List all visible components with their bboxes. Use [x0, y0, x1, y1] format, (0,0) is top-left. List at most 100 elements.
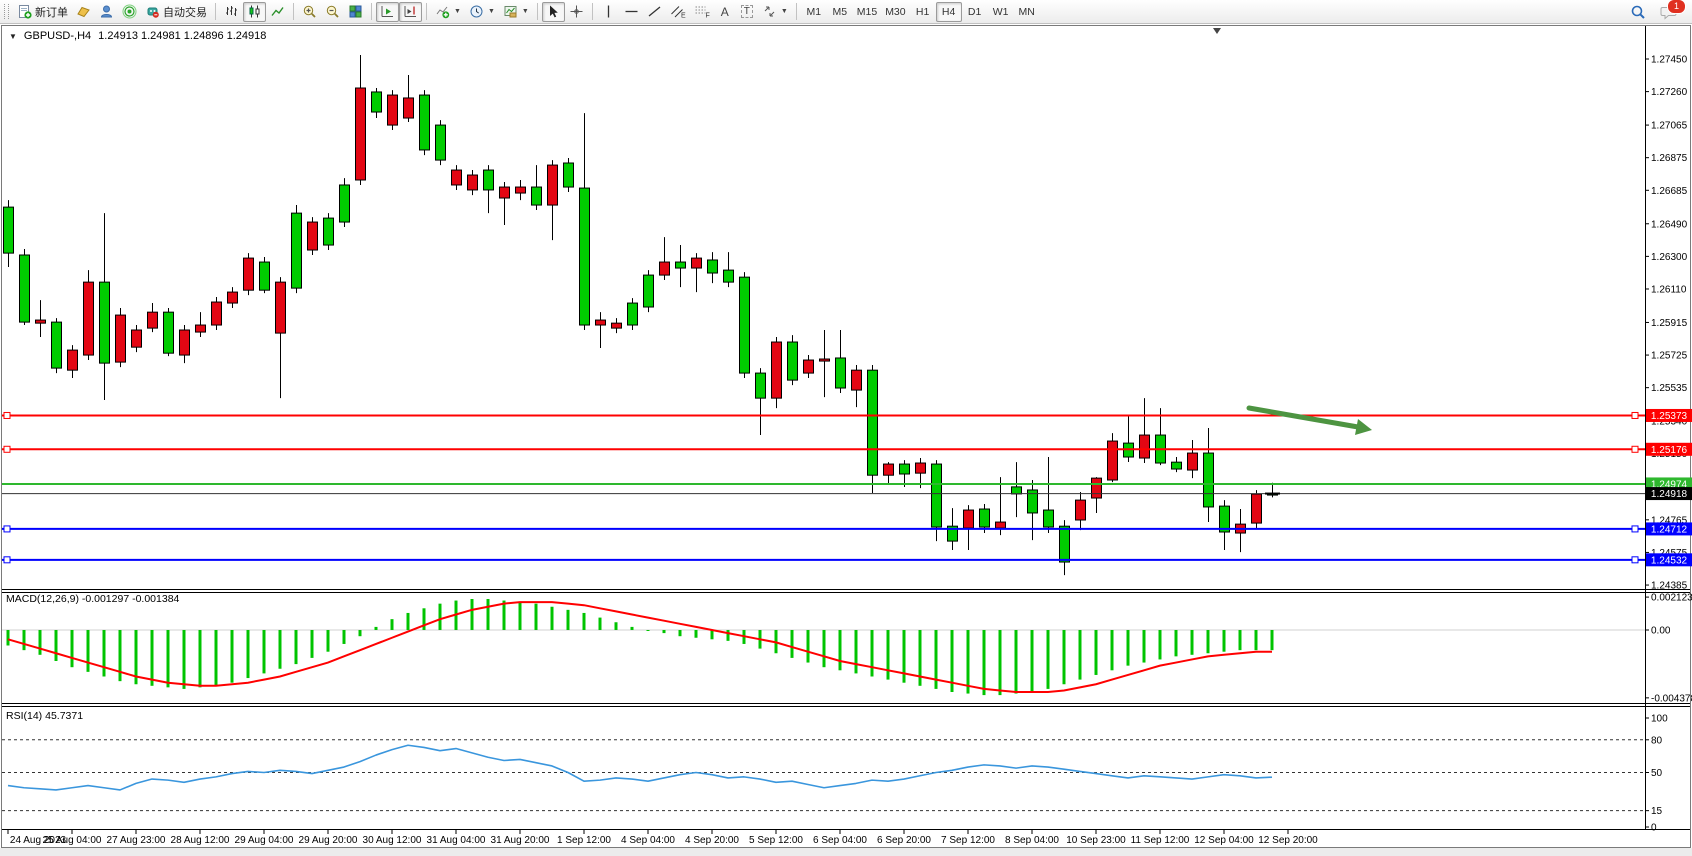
- svg-text:1.26300: 1.26300: [1651, 252, 1688, 263]
- timeframe-M5[interactable]: M5: [827, 2, 853, 22]
- arrows-tool-button[interactable]: ▼: [758, 2, 792, 22]
- bar-chart-button[interactable]: [220, 2, 243, 22]
- svg-text:80: 80: [1651, 735, 1663, 746]
- tile-windows-icon: [348, 4, 363, 19]
- svg-text:1.27450: 1.27450: [1651, 55, 1688, 66]
- svg-text:1.25176: 1.25176: [1651, 445, 1688, 456]
- profile-button[interactable]: [72, 2, 95, 22]
- timeframe-M30[interactable]: M30: [881, 2, 909, 22]
- svg-text:F: F: [705, 13, 709, 20]
- svg-text:28 Aug 12:00: 28 Aug 12:00: [171, 835, 230, 846]
- horizontal-line-tool-button[interactable]: [620, 2, 643, 22]
- vertical-line-tool-button[interactable]: [597, 2, 620, 22]
- equidistant-channel-icon: E: [670, 4, 686, 19]
- timeframe-D1[interactable]: D1: [962, 2, 988, 22]
- svg-text:11 Sep 12:00: 11 Sep 12:00: [1131, 835, 1190, 846]
- macd-values: -0.001297 -0.001384: [82, 593, 180, 605]
- separator: [293, 3, 294, 20]
- price-badge: 1.24918: [1646, 487, 1692, 500]
- zoom-out-button[interactable]: [321, 2, 344, 22]
- search-icon: [1630, 4, 1646, 20]
- label-tool-button[interactable]: T: [736, 2, 758, 22]
- robot-icon: [145, 4, 160, 19]
- svg-text:0.002123: 0.002123: [1651, 593, 1692, 604]
- timeframe-H1[interactable]: H1: [910, 2, 936, 22]
- crosshair-button[interactable]: [565, 2, 588, 22]
- timeframe-H4[interactable]: H4: [936, 2, 962, 22]
- autoscroll-button[interactable]: [376, 2, 399, 22]
- tile-windows-button[interactable]: [344, 2, 367, 22]
- candlestick-chart-button[interactable]: [243, 2, 266, 22]
- signal-button[interactable]: [118, 2, 141, 22]
- text-tool-button[interactable]: A: [714, 2, 736, 22]
- separator: [371, 3, 372, 20]
- arrow-shapes-icon: [762, 4, 777, 19]
- svg-text:1.24532: 1.24532: [1651, 555, 1688, 566]
- new-order-icon: [17, 4, 32, 19]
- chevron-down-icon[interactable]: ▼: [9, 32, 17, 41]
- svg-text:1.24385: 1.24385: [1651, 581, 1688, 592]
- svg-text:12 Sep 04:00: 12 Sep 04:00: [1194, 835, 1254, 846]
- svg-text:0: 0: [1651, 823, 1657, 834]
- zoom-in-icon: [302, 4, 317, 19]
- fibonacci-tool-button[interactable]: F: [690, 2, 714, 22]
- svg-text:25 Aug 04:00: 25 Aug 04:00: [43, 835, 102, 846]
- timeframe-M15[interactable]: M15: [853, 2, 881, 22]
- separator: [215, 3, 216, 20]
- zoom-in-button[interactable]: [298, 2, 321, 22]
- svg-text:29 Aug 20:00: 29 Aug 20:00: [299, 835, 358, 846]
- svg-text:1.25915: 1.25915: [1651, 318, 1688, 329]
- separator: [426, 3, 427, 20]
- search-button[interactable]: [1626, 2, 1650, 22]
- separator: [592, 3, 593, 20]
- rsi-name: RSI(14): [6, 710, 42, 722]
- chart-shift-button[interactable]: [399, 2, 422, 22]
- dropdown-caret-icon: ▼: [522, 8, 529, 15]
- svg-text:1.26110: 1.26110: [1651, 284, 1687, 295]
- svg-text:31 Aug 04:00: 31 Aug 04:00: [427, 835, 486, 846]
- zoom-out-icon: [325, 4, 340, 19]
- candlestick-chart-icon: [247, 4, 262, 19]
- svg-text:15: 15: [1651, 806, 1663, 817]
- rsi-value: 45.7371: [45, 710, 83, 722]
- auto-trading-button[interactable]: 自动交易: [141, 2, 211, 22]
- indicators-icon: [435, 4, 450, 19]
- rsi-indicator-label: RSI(14) 45.7371: [6, 710, 83, 722]
- templates-button[interactable]: ▼: [499, 2, 533, 22]
- svg-text:29 Aug 04:00: 29 Aug 04:00: [235, 835, 294, 846]
- price-badge: 1.24712: [1646, 522, 1692, 535]
- crosshair-icon: [569, 4, 584, 19]
- macd-indicator-label: MACD(12,26,9) -0.001297 -0.001384: [6, 593, 179, 605]
- chart-canvas[interactable]: 1.274501.272601.270651.268751.266851.264…: [0, 0, 1692, 856]
- channel-tool-button[interactable]: E: [666, 2, 690, 22]
- timeframe-MN[interactable]: MN: [1014, 2, 1040, 22]
- svg-text:1.24918: 1.24918: [1651, 489, 1688, 500]
- signal-rings-icon: [122, 4, 137, 19]
- trendline-tool-button[interactable]: [643, 2, 666, 22]
- svg-text:1.26685: 1.26685: [1651, 186, 1688, 197]
- vertical-line-icon: [601, 4, 616, 19]
- svg-text:1.24712: 1.24712: [1651, 524, 1688, 535]
- line-chart-button[interactable]: [266, 2, 289, 22]
- person-chart-icon: [99, 4, 114, 19]
- svg-text:31 Aug 20:00: 31 Aug 20:00: [491, 835, 550, 846]
- notifications-button[interactable]: 1: [1656, 2, 1681, 22]
- svg-text:4 Sep 20:00: 4 Sep 20:00: [685, 835, 739, 846]
- notification-count-badge: 1: [1667, 0, 1686, 14]
- indicators-button[interactable]: ▼: [431, 2, 465, 22]
- timeframe-W1[interactable]: W1: [988, 2, 1014, 22]
- new-order-button[interactable]: 新订单: [13, 2, 72, 22]
- timeframe-group: M1M5M15M30H1H4D1W1MN: [801, 2, 1040, 22]
- svg-text:7 Sep 12:00: 7 Sep 12:00: [941, 835, 995, 846]
- svg-text:1.25535: 1.25535: [1651, 383, 1688, 394]
- separator: [796, 3, 797, 20]
- timeframe-M1[interactable]: M1: [801, 2, 827, 22]
- cursor-button[interactable]: [542, 2, 565, 22]
- svg-text:6 Sep 04:00: 6 Sep 04:00: [813, 835, 867, 846]
- periods-button[interactable]: ▼: [465, 2, 499, 22]
- toolbar-grip[interactable]: [4, 4, 9, 19]
- label-tool-icon: T: [741, 5, 753, 18]
- svg-text:1.27065: 1.27065: [1651, 121, 1688, 132]
- svg-text:1.25373: 1.25373: [1651, 411, 1688, 422]
- market-watch-button[interactable]: [95, 2, 118, 22]
